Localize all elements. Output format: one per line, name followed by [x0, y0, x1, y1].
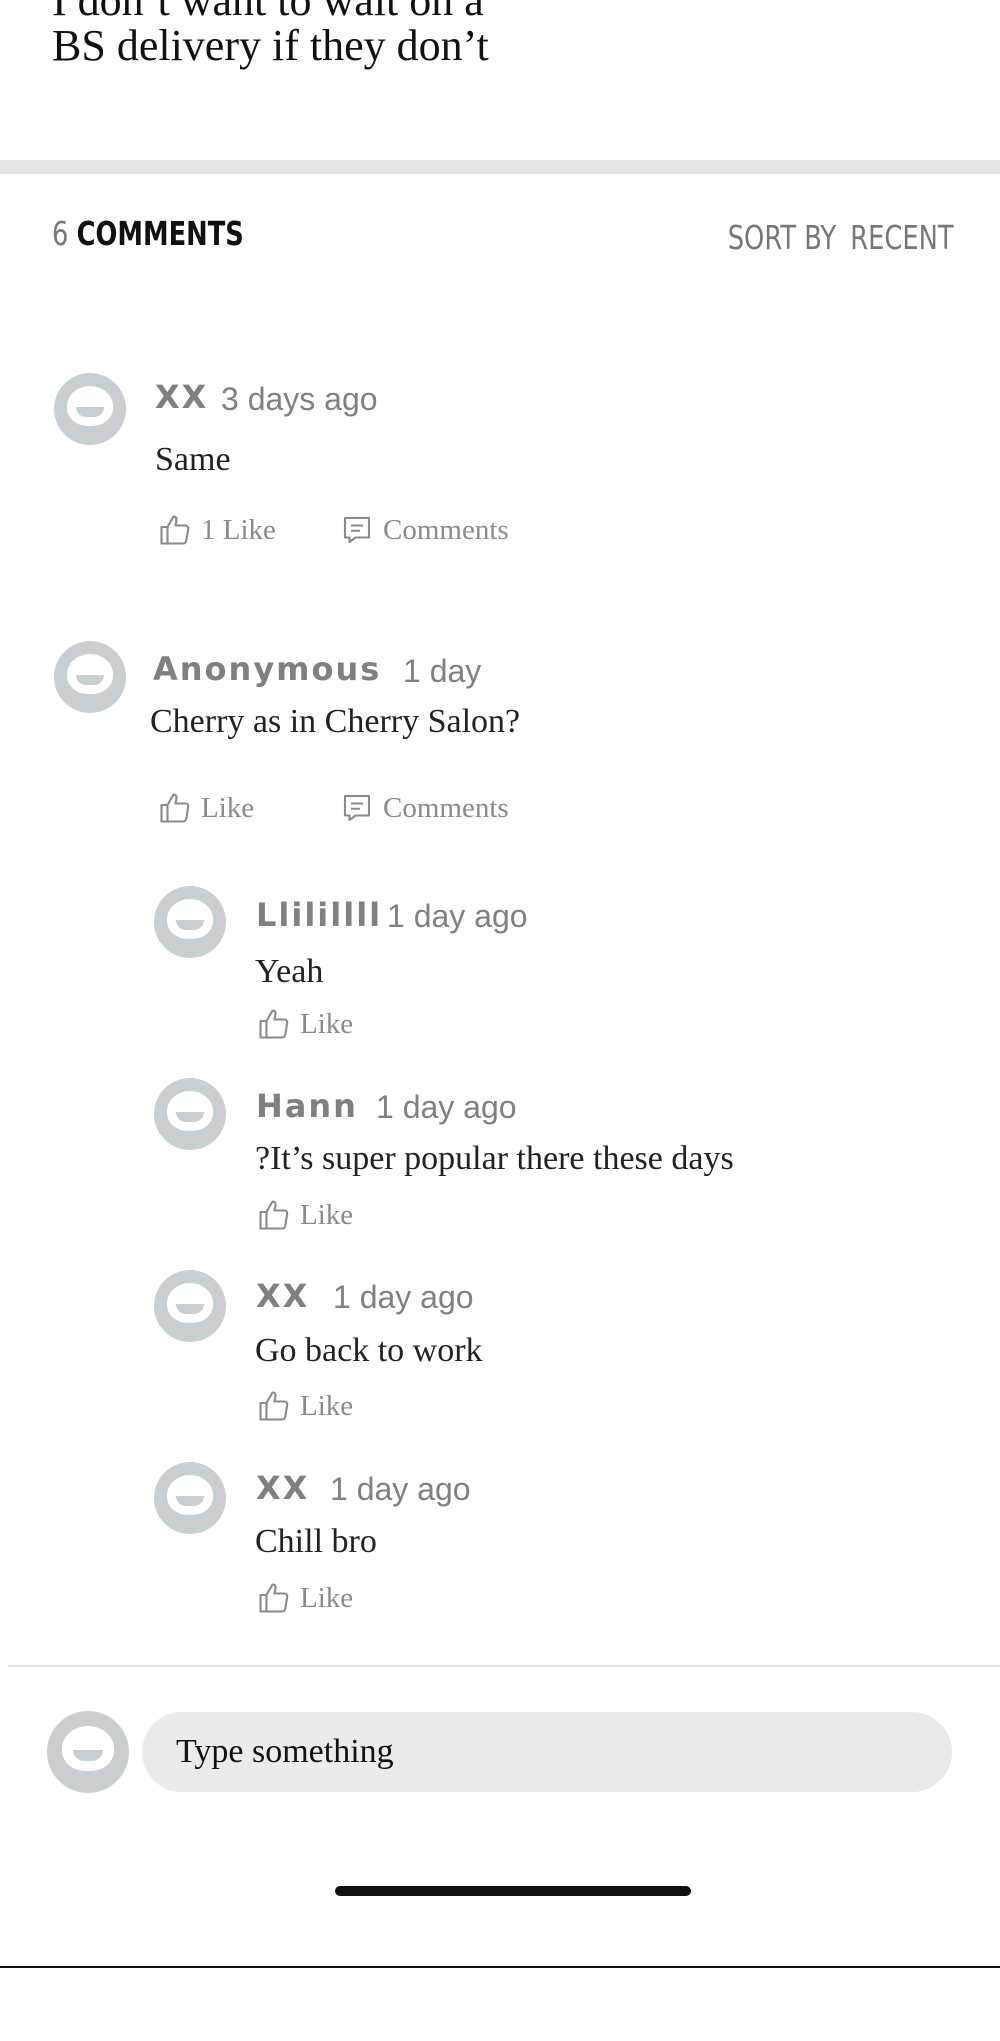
comment-icon [343, 516, 371, 544]
reply-text: ?It’s super popular there these days [255, 1140, 734, 1177]
post-text: I don’t want to wait on a BS delivery if… [52, 0, 952, 68]
like-label: Like [300, 1389, 354, 1422]
comment-author[interactable]: Anonymous [153, 650, 381, 688]
like-button[interactable]: Like [256, 1006, 353, 1042]
composer-divider [8, 1665, 1000, 1667]
like-button[interactable]: Like [256, 1197, 353, 1233]
comments-label: Comments [383, 791, 509, 824]
default-avatar-icon[interactable] [154, 886, 226, 958]
comment-time: 3 days ago [221, 381, 378, 417]
post-text-line: I don’t want to wait on a [52, 0, 484, 25]
like-label: Like [201, 791, 255, 824]
default-avatar-icon[interactable] [54, 641, 126, 713]
reply-time: 1 day ago [330, 1471, 471, 1507]
reply-author[interactable]: Hann [256, 1087, 358, 1125]
like-label: Like [300, 1007, 354, 1040]
thumbs-up-icon [259, 1200, 289, 1230]
default-avatar-icon [47, 1711, 129, 1793]
comments-button[interactable]: Comments [339, 790, 509, 826]
like-label: 1 Like [201, 513, 276, 546]
comments-button[interactable]: Comments [339, 512, 509, 548]
comment-icon [343, 794, 371, 822]
sort-label: SORT BY [728, 218, 837, 257]
reply-text: Chill bro [255, 1523, 377, 1560]
sort-control[interactable]: SORT BY RECENT [728, 218, 954, 257]
comment-time: 1 day [403, 653, 482, 689]
section-divider [0, 160, 1000, 174]
like-button[interactable]: Like [157, 790, 254, 826]
comments-label: Comments [383, 513, 509, 546]
reply-time: 1 day ago [333, 1279, 474, 1315]
default-avatar-icon[interactable] [154, 1078, 226, 1150]
reply-author[interactable]: Llilillll [256, 896, 382, 934]
comments-count: 6 [52, 214, 69, 253]
comment-text: Same [155, 441, 231, 478]
thumbs-up-icon [259, 1583, 289, 1613]
reply-text: Yeah [255, 953, 324, 990]
thumbs-up-icon [259, 1391, 289, 1421]
reply-time: 1 day ago [387, 898, 528, 934]
sort-value[interactable]: RECENT [851, 218, 954, 257]
comment-author[interactable]: XX [155, 378, 208, 416]
thumbs-up-icon [160, 793, 190, 823]
like-button[interactable]: Like [256, 1388, 353, 1424]
thumbs-up-icon [160, 515, 190, 545]
default-avatar-icon[interactable] [154, 1270, 226, 1342]
comments-count-header: 6 COMMENTS [52, 214, 244, 253]
like-label: Like [300, 1198, 354, 1231]
like-button[interactable]: 1 Like [157, 512, 276, 548]
reply-author[interactable]: XX [256, 1469, 309, 1507]
default-avatar-icon[interactable] [154, 1462, 226, 1534]
reply-time: 1 day ago [376, 1089, 517, 1125]
thumbs-up-icon [259, 1009, 289, 1039]
default-avatar-icon[interactable] [54, 373, 126, 445]
post-text-line: BS delivery if they don’t [52, 21, 489, 70]
comment-input[interactable] [142, 1712, 952, 1792]
comment-text: Cherry as in Cherry Salon? [150, 703, 521, 740]
screen-bottom-edge [0, 1966, 1000, 1968]
like-label: Like [300, 1581, 354, 1614]
comments-label: COMMENTS [76, 214, 244, 253]
reply-text: Go back to work [255, 1332, 483, 1369]
like-button[interactable]: Like [256, 1580, 353, 1616]
home-indicator[interactable] [335, 1886, 691, 1896]
reply-author[interactable]: XX [256, 1277, 309, 1315]
